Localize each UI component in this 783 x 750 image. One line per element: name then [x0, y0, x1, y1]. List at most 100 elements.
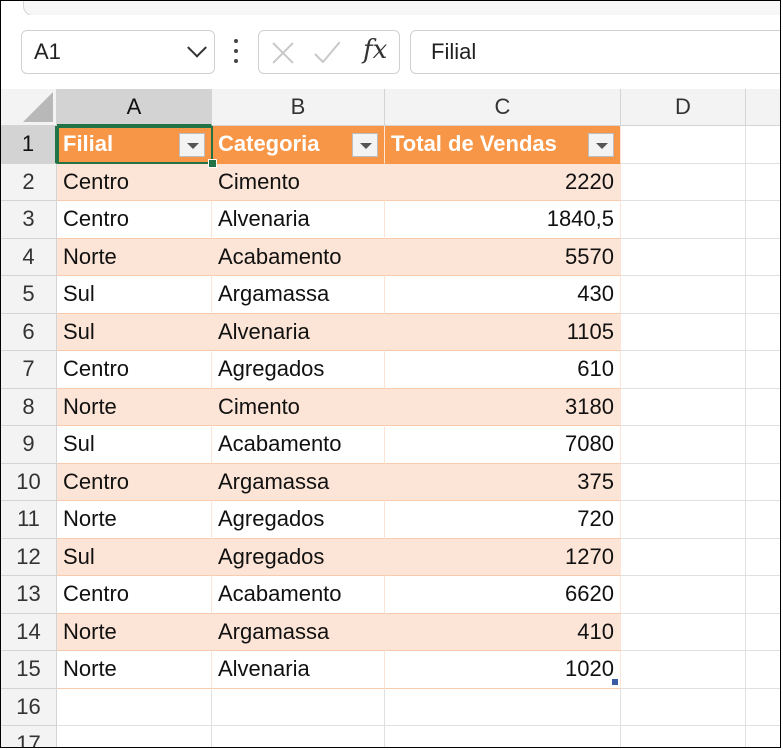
- enter-icon[interactable]: [315, 41, 343, 65]
- table-cell[interactable]: Centro: [57, 201, 212, 239]
- empty-cell[interactable]: [746, 501, 780, 539]
- row-header-8[interactable]: 8: [1, 388, 57, 426]
- table-cell[interactable]: Alvenaria: [212, 201, 385, 239]
- empty-cell[interactable]: [746, 576, 780, 614]
- table-cell[interactable]: 7080: [385, 426, 621, 464]
- empty-cell[interactable]: [621, 313, 746, 351]
- chevron-down-icon[interactable]: [187, 37, 207, 58]
- empty-cell[interactable]: [746, 426, 780, 464]
- filter-dropdown-icon[interactable]: [352, 133, 378, 157]
- empty-cell[interactable]: [746, 726, 780, 747]
- table-cell[interactable]: Sul: [57, 426, 212, 464]
- cancel-icon[interactable]: [271, 41, 295, 65]
- table-cell[interactable]: Centro: [57, 163, 212, 201]
- table-cell[interactable]: Norte: [57, 238, 212, 276]
- table-cell[interactable]: Centro: [57, 576, 212, 614]
- table-cell[interactable]: Acabamento: [212, 576, 385, 614]
- row-header-7[interactable]: 7: [1, 351, 57, 389]
- empty-cell[interactable]: [621, 351, 746, 389]
- row-header-10[interactable]: 10: [1, 463, 57, 501]
- filter-dropdown-icon[interactable]: [179, 133, 205, 157]
- empty-cell[interactable]: [621, 238, 746, 276]
- name-box[interactable]: A1: [21, 30, 215, 74]
- table-cell[interactable]: Centro: [57, 463, 212, 501]
- select-all-button[interactable]: [1, 89, 57, 126]
- column-header-d[interactable]: D: [621, 89, 746, 126]
- empty-cell[interactable]: [621, 276, 746, 314]
- table-cell[interactable]: 1105: [385, 313, 621, 351]
- table-header-cell[interactable]: Categoria: [212, 126, 385, 164]
- table-cell[interactable]: Argamassa: [212, 613, 385, 651]
- empty-cell[interactable]: [746, 463, 780, 501]
- row-header-4[interactable]: 4: [1, 238, 57, 276]
- empty-cell[interactable]: [621, 726, 746, 747]
- table-resize-handle[interactable]: [612, 679, 618, 685]
- row-header-11[interactable]: 11: [1, 501, 57, 539]
- empty-cell[interactable]: [621, 576, 746, 614]
- table-cell[interactable]: 6620: [385, 576, 621, 614]
- empty-cell[interactable]: [746, 163, 780, 201]
- row-header-13[interactable]: 13: [1, 576, 57, 614]
- insert-function-icon[interactable]: fx: [363, 35, 387, 65]
- table-cell[interactable]: 3180: [385, 388, 621, 426]
- formula-input[interactable]: Filial: [410, 30, 780, 74]
- empty-cell[interactable]: [746, 201, 780, 239]
- empty-cell[interactable]: [746, 351, 780, 389]
- empty-cell[interactable]: [746, 238, 780, 276]
- table-cell[interactable]: Norte: [57, 651, 212, 689]
- table-cell[interactable]: Agregados: [212, 351, 385, 389]
- filter-dropdown-icon[interactable]: [588, 133, 614, 157]
- row-header-17[interactable]: 17: [1, 726, 57, 747]
- table-cell[interactable]: 375: [385, 463, 621, 501]
- cell-d1[interactable]: [621, 126, 746, 164]
- table-cell[interactable]: Norte: [57, 501, 212, 539]
- column-header-b[interactable]: B: [212, 89, 385, 126]
- cell-e1[interactable]: [746, 126, 780, 164]
- empty-cell[interactable]: [212, 726, 385, 747]
- empty-cell[interactable]: [212, 688, 385, 726]
- table-cell[interactable]: 610: [385, 351, 621, 389]
- more-options-icon[interactable]: [233, 39, 239, 63]
- table-cell[interactable]: Alvenaria: [212, 313, 385, 351]
- empty-cell[interactable]: [385, 688, 621, 726]
- table-cell[interactable]: 430: [385, 276, 621, 314]
- empty-cell[interactable]: [746, 651, 780, 689]
- row-header-6[interactable]: 6: [1, 313, 57, 351]
- row-header-14[interactable]: 14: [1, 613, 57, 651]
- table-cell[interactable]: 720: [385, 501, 621, 539]
- table-cell[interactable]: Cimento: [212, 163, 385, 201]
- table-cell[interactable]: Agregados: [212, 501, 385, 539]
- table-cell[interactable]: Sul: [57, 313, 212, 351]
- table-cell[interactable]: Centro: [57, 351, 212, 389]
- empty-cell[interactable]: [746, 276, 780, 314]
- row-header-5[interactable]: 5: [1, 276, 57, 314]
- table-header-cell[interactable]: Total de Vendas: [385, 126, 621, 164]
- row-header-2[interactable]: 2: [1, 163, 57, 201]
- empty-cell[interactable]: [57, 688, 212, 726]
- row-header-3[interactable]: 3: [1, 201, 57, 239]
- empty-cell[interactable]: [621, 463, 746, 501]
- table-cell[interactable]: Norte: [57, 613, 212, 651]
- table-header-cell[interactable]: Filial: [57, 126, 212, 164]
- empty-cell[interactable]: [621, 651, 746, 689]
- table-cell[interactable]: Argamassa: [212, 463, 385, 501]
- empty-cell[interactable]: [385, 726, 621, 747]
- row-header-15[interactable]: 15: [1, 651, 57, 689]
- row-header-12[interactable]: 12: [1, 538, 57, 576]
- empty-cell[interactable]: [621, 613, 746, 651]
- row-header-9[interactable]: 9: [1, 426, 57, 464]
- row-header-16[interactable]: 16: [1, 688, 57, 726]
- column-header-c[interactable]: C: [385, 89, 621, 126]
- table-cell[interactable]: 410: [385, 613, 621, 651]
- empty-cell[interactable]: [746, 613, 780, 651]
- empty-cell[interactable]: [746, 688, 780, 726]
- empty-cell[interactable]: [621, 201, 746, 239]
- table-cell[interactable]: Alvenaria: [212, 651, 385, 689]
- empty-cell[interactable]: [621, 688, 746, 726]
- table-cell[interactable]: 5570: [385, 238, 621, 276]
- table-cell[interactable]: Acabamento: [212, 238, 385, 276]
- table-cell[interactable]: Agregados: [212, 538, 385, 576]
- table-cell[interactable]: 1020: [385, 651, 621, 689]
- empty-cell[interactable]: [621, 426, 746, 464]
- table-cell[interactable]: 1270: [385, 538, 621, 576]
